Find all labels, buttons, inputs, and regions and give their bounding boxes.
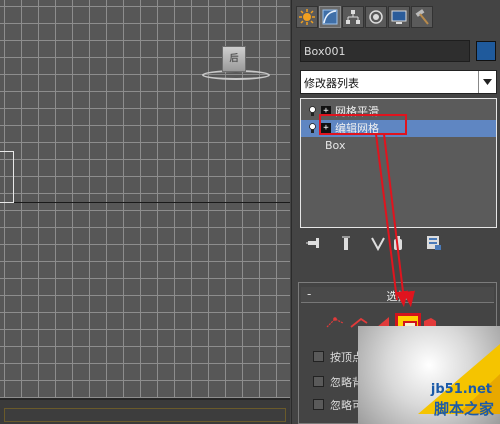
horizon-line (0, 202, 290, 203)
rollout-title: 选择 (386, 290, 409, 303)
modifier-stack[interactable]: + 网格平滑 + 编辑网格 Box (300, 98, 497, 228)
box-object-edge[interactable] (0, 151, 14, 203)
motion-tab[interactable] (365, 6, 387, 28)
expand-icon[interactable]: + (321, 106, 331, 116)
stack-item-label: 网格平滑 (335, 105, 379, 118)
stack-item-label: Box (325, 139, 346, 152)
lightbulb-icon[interactable] (309, 106, 316, 117)
stack-toolbar (306, 235, 486, 253)
time-slider-bar[interactable] (0, 398, 290, 424)
configure-modifier-sets-icon[interactable] (426, 235, 442, 251)
object-name-row (300, 40, 497, 62)
create-tab[interactable] (296, 6, 318, 28)
watermark-name: 脚本之家 (433, 400, 494, 418)
stack-item-meshsmooth[interactable]: + 网格平滑 (301, 103, 496, 120)
monitor-icon (391, 10, 407, 24)
hierarchy-tab[interactable] (342, 6, 364, 28)
curve-icon (322, 9, 338, 25)
hammer-icon (415, 9, 429, 25)
hierarchy-icon (346, 10, 360, 24)
command-panel-tabs (296, 6, 433, 30)
viewcube[interactable]: 后 (198, 44, 274, 82)
remove-modifier-icon[interactable] (390, 235, 406, 251)
show-end-result-icon[interactable] (338, 235, 354, 251)
ignore-visible-edges-checkbox[interactable] (313, 399, 324, 410)
stack-item-box[interactable]: Box (301, 137, 496, 154)
time-slider-track[interactable] (4, 408, 286, 422)
modifier-list-label: 修改器列表 (304, 77, 359, 90)
pin-stack-icon[interactable] (306, 235, 322, 251)
chevron-down-icon[interactable] (478, 71, 496, 93)
stack-item-edit-mesh[interactable]: + 编辑网格 (301, 120, 496, 137)
lightbulb-icon[interactable] (309, 123, 316, 134)
expand-icon[interactable]: + (321, 123, 331, 133)
object-name-field[interactable] (300, 40, 470, 62)
object-color-swatch[interactable] (476, 41, 496, 61)
perspective-viewport[interactable]: 后 (0, 0, 290, 424)
ignore-backfacing-checkbox[interactable] (313, 376, 324, 387)
selection-rollout-header[interactable]: - 选择 (301, 287, 494, 303)
modify-tab[interactable] (319, 6, 341, 28)
stack-item-label: 编辑网格 (335, 122, 379, 135)
vertex-select-icon[interactable] (325, 313, 345, 333)
by-vertex-checkbox[interactable] (313, 351, 324, 362)
display-tab[interactable] (388, 6, 410, 28)
modifier-list-dropdown[interactable]: 修改器列表 (300, 70, 497, 94)
viewcube-face-back[interactable]: 后 (222, 46, 246, 72)
make-unique-icon[interactable] (370, 235, 386, 251)
utilities-tab[interactable] (411, 6, 433, 28)
motion-icon (369, 10, 383, 24)
site-watermark: jb51.net 脚本之家 (358, 326, 500, 424)
watermark-site: jb51.net (430, 382, 492, 397)
sun-icon (299, 9, 315, 25)
